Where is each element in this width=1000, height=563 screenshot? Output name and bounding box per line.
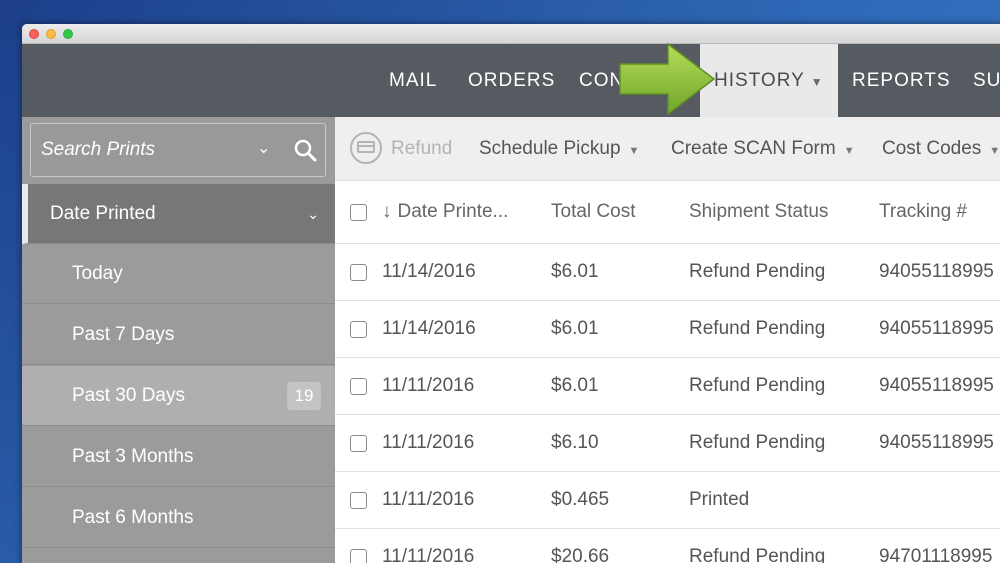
sidebar-item-past-3-months[interactable]: Past 3 Months [22, 427, 335, 487]
row-cost: $6.01 [551, 318, 599, 339]
row-status: Refund Pending [689, 546, 826, 563]
table-row[interactable]: 11/11/2016 $20.66 Refund Pending 9470111… [335, 529, 1000, 563]
chevron-down-icon: ▼ [989, 145, 1000, 157]
sort-down-arrow-icon: ↓ [382, 201, 392, 222]
row-checkbox[interactable] [350, 491, 367, 509]
pointer-arrow-icon [619, 42, 716, 116]
search-prints-input[interactable]: Search Prints ⌄ [30, 123, 326, 177]
total-cost-column-header[interactable]: Total Cost [551, 181, 635, 243]
sidebar-item-label: Past 6 Months [72, 507, 194, 528]
sidebar-item-label: Past 30 Days [72, 385, 185, 406]
date-header-label: Date Printe... [397, 201, 509, 222]
search-icon[interactable] [293, 138, 317, 162]
row-status: Refund Pending [689, 432, 826, 453]
row-tracking[interactable]: 94055118995 [879, 358, 994, 414]
nav-mail[interactable]: MAIL [389, 44, 437, 117]
chevron-down-icon[interactable]: ⌄ [257, 138, 270, 158]
toolbar: Refund Schedule Pickup ▼ Create SCAN Form… [335, 117, 1000, 181]
row-cost: $6.10 [551, 432, 599, 453]
shipment-status-column-header[interactable]: Shipment Status [689, 181, 828, 243]
schedule-pickup-button[interactable]: Schedule Pickup ▼ [479, 117, 639, 181]
row-cost: $20.66 [551, 546, 610, 563]
chevron-down-icon: ⌄ [307, 206, 319, 222]
chevron-down-icon: ▼ [843, 145, 855, 157]
nav-support[interactable]: SU [973, 44, 1000, 117]
select-all-checkbox[interactable] [350, 203, 367, 221]
search-placeholder: Search Prints [41, 139, 156, 160]
sidebar-item-today[interactable]: Today [22, 244, 335, 304]
nav-reports[interactable]: REPORTS [852, 44, 951, 117]
table-row[interactable]: 11/11/2016 $6.01 Refund Pending 94055118… [335, 358, 1000, 415]
row-tracking[interactable]: 94055118995 [879, 301, 994, 357]
app-window: MAIL ORDERS CON HISTORY ▼ REPORTS SU Sear… [22, 24, 1000, 563]
history-table: ↓ Date Printe... Total Cost Shipment Stat… [335, 181, 1000, 563]
create-scan-form-label: Create SCAN Form [671, 138, 836, 159]
sidebar-item-label: Date Printed [50, 203, 156, 224]
row-date: 11/14/2016 [382, 318, 476, 339]
chevron-down-icon: ▼ [628, 145, 640, 157]
row-cost: $0.465 [551, 489, 610, 510]
table-row[interactable]: 11/14/2016 $6.01 Refund Pending 94055118… [335, 301, 1000, 358]
refund-button[interactable]: Refund [391, 117, 452, 181]
row-tracking[interactable]: 94701118995 [879, 529, 992, 563]
sidebar-item-label: Past 3 Months [72, 446, 194, 467]
row-checkbox[interactable] [350, 548, 367, 563]
chevron-down-icon: ▼ [810, 75, 824, 89]
nav-orders[interactable]: ORDERS [468, 44, 555, 117]
row-checkbox[interactable] [350, 320, 367, 338]
row-checkbox[interactable] [350, 263, 367, 281]
sidebar-item-past-7-days[interactable]: Past 7 Days [22, 305, 335, 365]
row-date: 11/11/2016 [382, 375, 475, 396]
tracking-column-header[interactable]: Tracking # [879, 181, 967, 243]
create-scan-form-button[interactable]: Create SCAN Form ▼ [671, 117, 855, 181]
minimize-window-button[interactable] [46, 29, 56, 39]
sidebar: Search Prints ⌄ Date Printed ⌄ Today Pas… [22, 117, 335, 563]
row-status: Refund Pending [689, 318, 826, 339]
table-row[interactable]: 11/11/2016 $6.10 Refund Pending 94055118… [335, 415, 1000, 472]
sidebar-item-past-30-days[interactable]: Past 30 Days 19 [22, 366, 335, 426]
title-bar [22, 24, 1000, 44]
row-checkbox[interactable] [350, 434, 367, 452]
table-row[interactable]: 11/14/2016 $6.01 Refund Pending 94055118… [335, 244, 1000, 301]
row-status: Printed [689, 489, 750, 510]
row-date: 11/14/2016 [382, 261, 476, 282]
cost-codes-button[interactable]: Cost Codes ▼ [882, 117, 1000, 181]
sidebar-item-label: Past 7 Days [72, 324, 175, 345]
row-date: 11/11/2016 [382, 546, 475, 563]
row-date: 11/11/2016 [382, 432, 475, 453]
row-tracking[interactable]: 94055118995 [879, 415, 994, 471]
sidebar-item-date-printed[interactable]: Date Printed ⌄ [22, 184, 335, 244]
cost-codes-label: Cost Codes [882, 138, 982, 159]
row-date: 11/11/2016 [382, 489, 475, 510]
row-tracking[interactable]: 94055118995 [879, 244, 994, 300]
row-status: Refund Pending [689, 261, 826, 282]
date-column-header[interactable]: ↓ Date Printe... [382, 181, 508, 243]
row-checkbox[interactable] [350, 377, 367, 395]
maximize-window-button[interactable] [63, 29, 73, 39]
table-row[interactable]: 11/11/2016 $0.465 Printed [335, 472, 1000, 529]
close-window-button[interactable] [29, 29, 39, 39]
table-header-row: ↓ Date Printe... Total Cost Shipment Stat… [335, 181, 1000, 244]
row-status: Refund Pending [689, 375, 826, 396]
schedule-pickup-label: Schedule Pickup [479, 138, 621, 159]
nav-history-label: HISTORY [714, 70, 805, 91]
refund-icon [350, 132, 382, 164]
row-cost: $6.01 [551, 261, 599, 282]
row-cost: $6.01 [551, 375, 599, 396]
sidebar-item-past-6-months[interactable]: Past 6 Months [22, 488, 335, 548]
count-badge: 19 [287, 382, 321, 410]
sidebar-item-label: Today [72, 263, 123, 284]
top-navigation: MAIL ORDERS CON HISTORY ▼ REPORTS SU [22, 42, 1000, 117]
nav-history[interactable]: HISTORY ▼ [700, 44, 838, 117]
